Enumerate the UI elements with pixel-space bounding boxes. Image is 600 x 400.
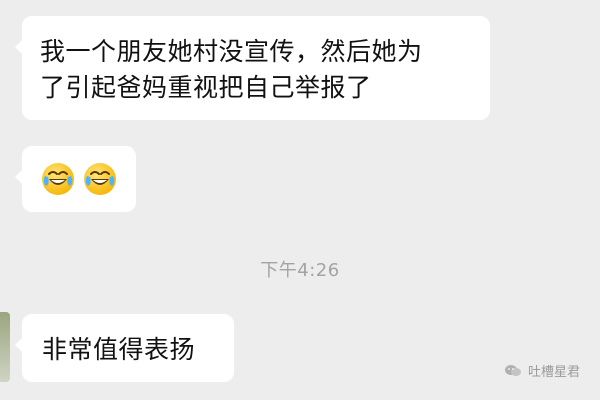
emoji-message-bubble[interactable]	[15, 146, 136, 212]
message-line-2: 了引起爸妈重视把自己举报了	[40, 73, 372, 102]
laugh-cry-emoji-icon	[41, 162, 75, 196]
watermark: 吐槽星君	[504, 361, 580, 380]
reply-message-bubble[interactable]: 非常值得表扬	[15, 314, 234, 382]
chat-conversation: 我一个朋友她村没宣传，然后她为 了引起爸妈重视把自己举报了 下午4:26 非常值…	[0, 0, 600, 400]
incoming-message-bubble[interactable]: 我一个朋友她村没宣传，然后她为 了引起爸妈重视把自己举报了	[15, 16, 490, 120]
laugh-cry-emoji-icon	[83, 162, 117, 196]
avatar[interactable]	[0, 312, 10, 382]
wechat-logo-icon	[504, 364, 522, 378]
reply-message-text: 非常值得表扬	[42, 335, 196, 364]
message-line-1: 我一个朋友她村没宣传，然后她为	[40, 37, 423, 66]
watermark-text: 吐槽星君	[527, 365, 580, 380]
message-timestamp: 下午4:26	[260, 260, 340, 281]
